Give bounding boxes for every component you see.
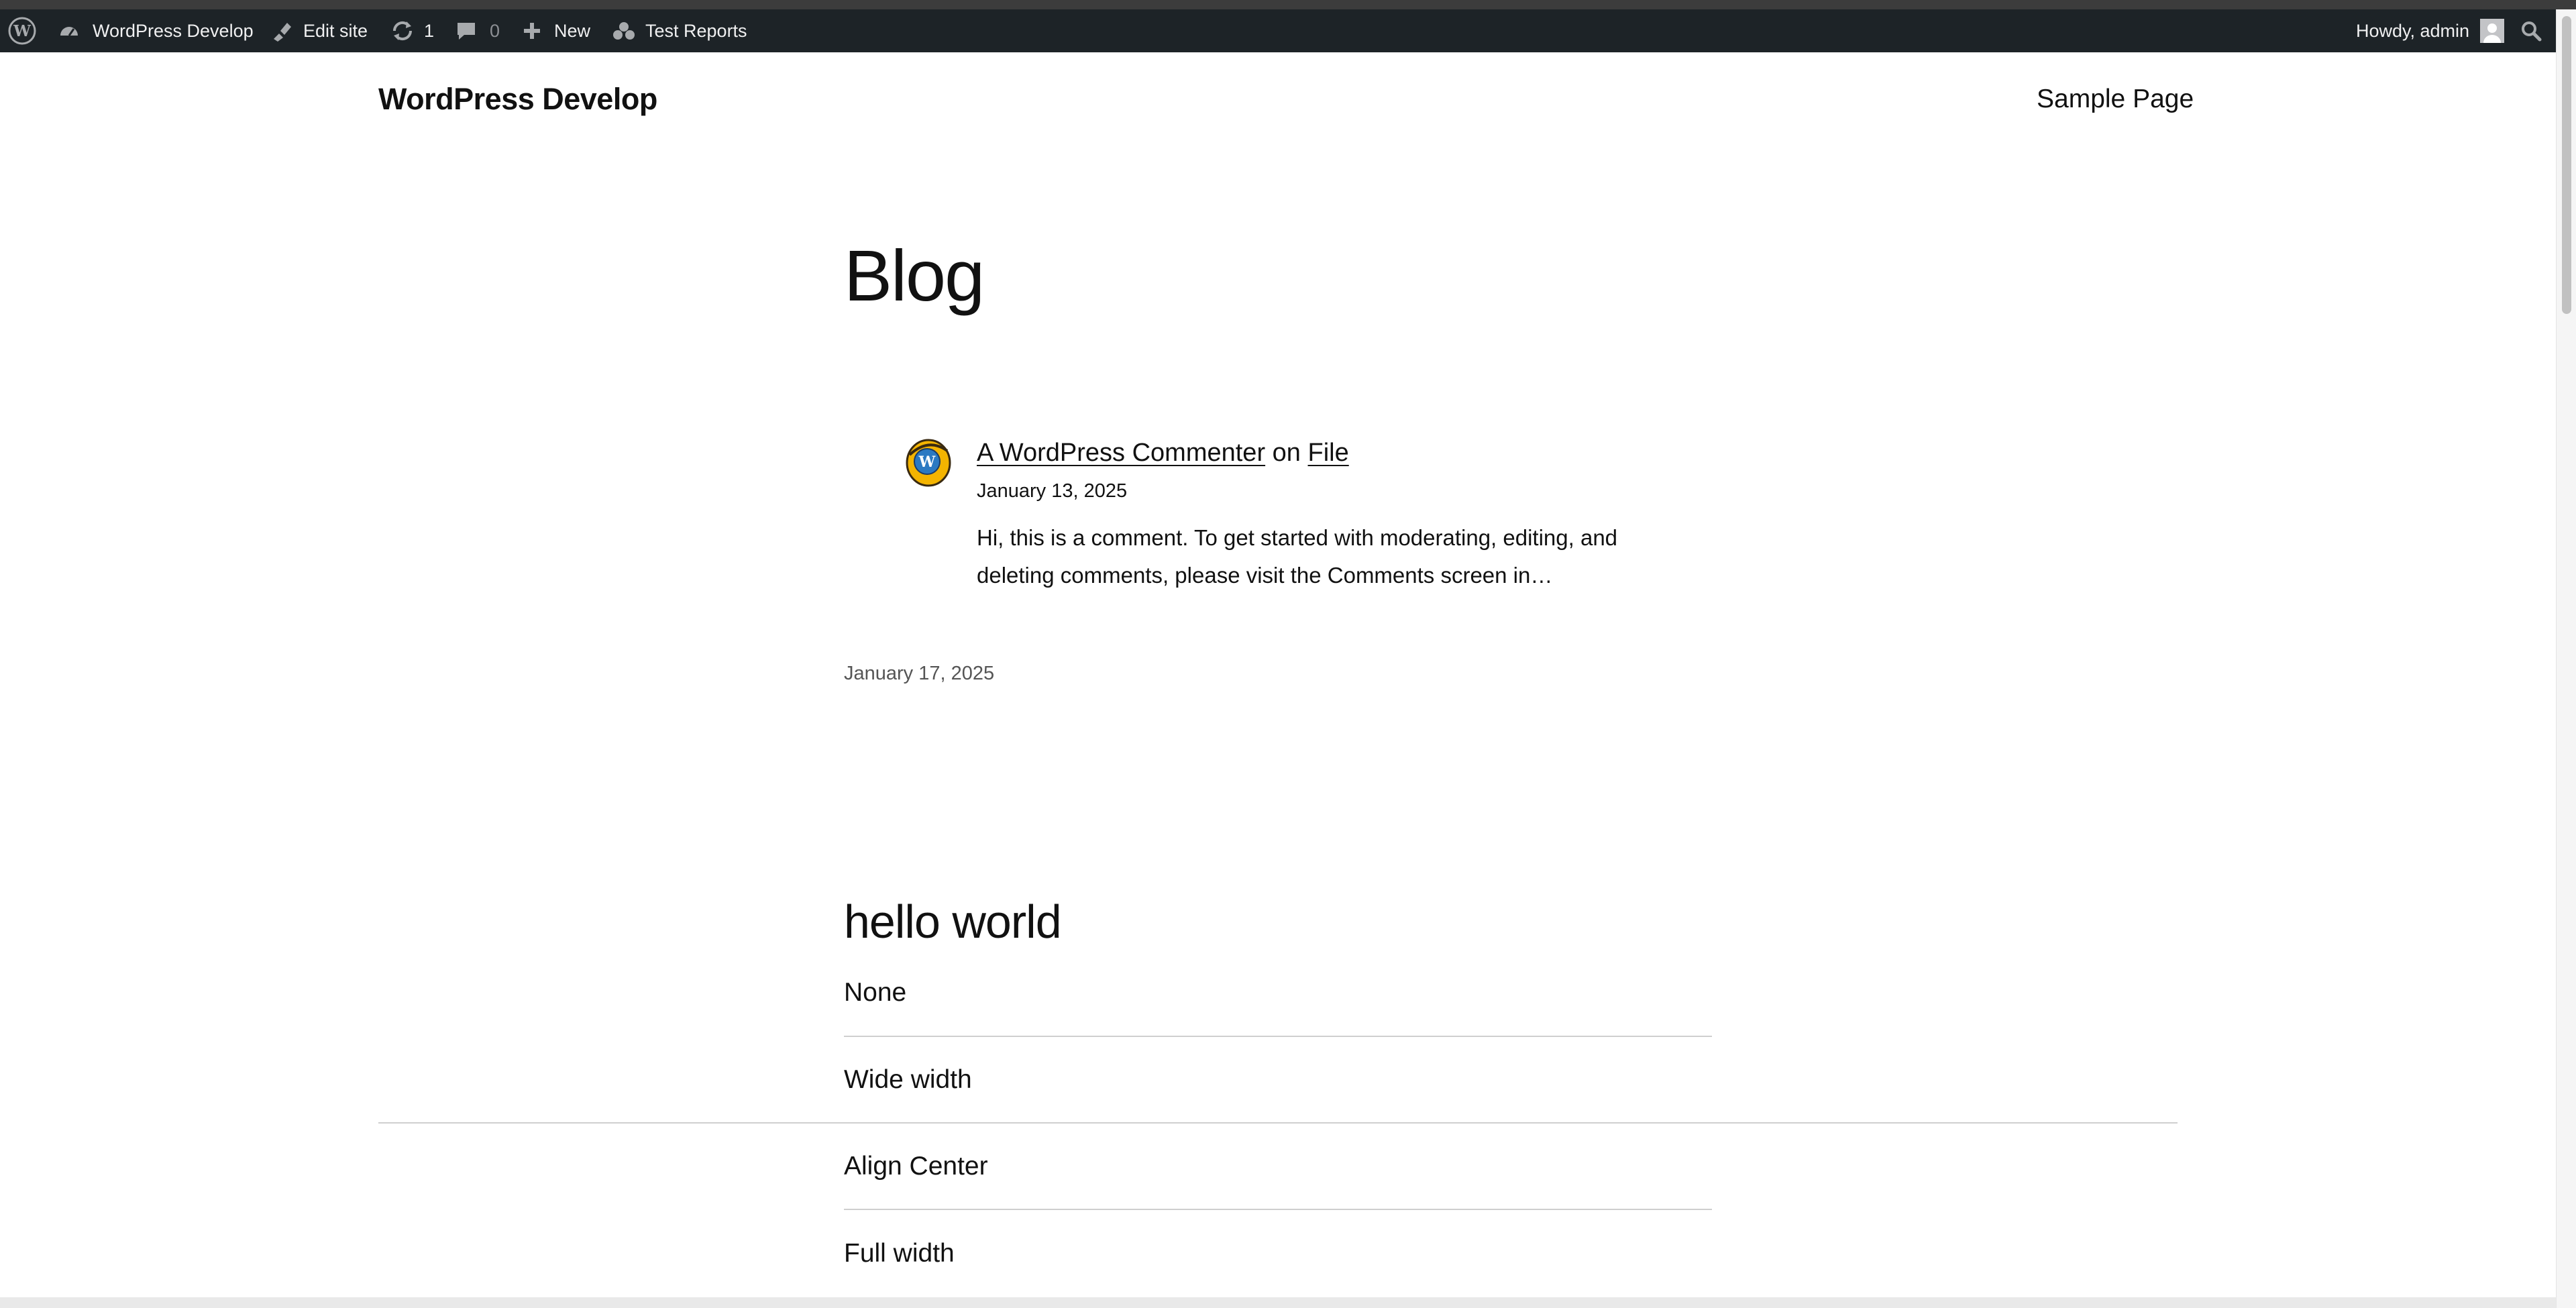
site-name-label: WordPress Develop	[93, 20, 254, 41]
comment-date: January 13, 2025	[977, 480, 1128, 502]
comment-author-link[interactable]: A WordPress Commenter	[977, 439, 1265, 467]
test-reports-label: Test Reports	[645, 20, 747, 41]
updates-link[interactable]: 1	[390, 9, 434, 52]
dashboard-icon	[60, 27, 78, 36]
scrollbar-thumb[interactable]	[2562, 16, 2571, 314]
wordpress-logo-menu[interactable]: W	[7, 9, 38, 52]
list-item-full-width: Full width	[844, 1239, 955, 1268]
comment-meta: A WordPress Commenter on File	[977, 439, 1349, 468]
search-icon	[2522, 21, 2542, 42]
nav-link-sample-page[interactable]: Sample Page	[2037, 85, 2194, 114]
howdy-greeting: Howdy, admin	[2356, 20, 2470, 41]
window-bottom-rim	[0, 1297, 2556, 1308]
edit-site-link[interactable]: Edit site	[270, 9, 368, 52]
edit-site-label: Edit site	[303, 20, 368, 41]
list-item-none: None	[844, 978, 907, 1007]
comments-count: 0	[490, 20, 500, 41]
commenter-avatar: W	[906, 439, 951, 487]
separator-wide	[378, 1122, 2178, 1124]
my-account-menu[interactable]: Howdy, admin	[2356, 9, 2505, 52]
site-name-menu[interactable]: WordPress Develop	[58, 9, 254, 52]
scrollbar[interactable]	[2556, 9, 2576, 1308]
list-item-align-center: Align Center	[844, 1152, 988, 1181]
test-reports-icon	[613, 22, 635, 40]
updates-count: 1	[424, 20, 435, 41]
comment-icon	[458, 23, 475, 40]
separator	[844, 1209, 1712, 1210]
avatar-icon	[2480, 19, 2505, 43]
updates-icon	[392, 21, 413, 41]
comment-post-link[interactable]: File	[1308, 439, 1349, 467]
wordpress-logo-icon: W	[8, 17, 36, 45]
comment-excerpt: Hi, this is a comment. To get started wi…	[977, 525, 1618, 588]
post-date: January 17, 2025	[844, 663, 995, 684]
site-title[interactable]: WordPress Develop	[378, 82, 657, 117]
svg-text:W: W	[13, 22, 32, 40]
page-title: Blog	[844, 235, 985, 316]
new-label: New	[554, 20, 591, 41]
comments-link[interactable]: 0	[455, 9, 500, 52]
separator	[844, 1036, 1712, 1037]
admin-bar-search[interactable]	[2520, 9, 2542, 52]
edit-site-icon	[274, 23, 291, 42]
list-item-wide-width: Wide width	[844, 1065, 972, 1094]
post-title[interactable]: hello world	[844, 896, 1062, 948]
comment-on-text: on	[1272, 439, 1301, 467]
admin-bar: W WordPress Develop Edit site 1 0 New Te…	[0, 9, 2576, 52]
window-top-rim	[0, 0, 2576, 9]
test-reports-link[interactable]: Test Reports	[612, 9, 747, 52]
plus-icon	[524, 23, 540, 39]
svg-text:W: W	[918, 453, 936, 471]
new-content-menu[interactable]: New	[522, 9, 590, 52]
